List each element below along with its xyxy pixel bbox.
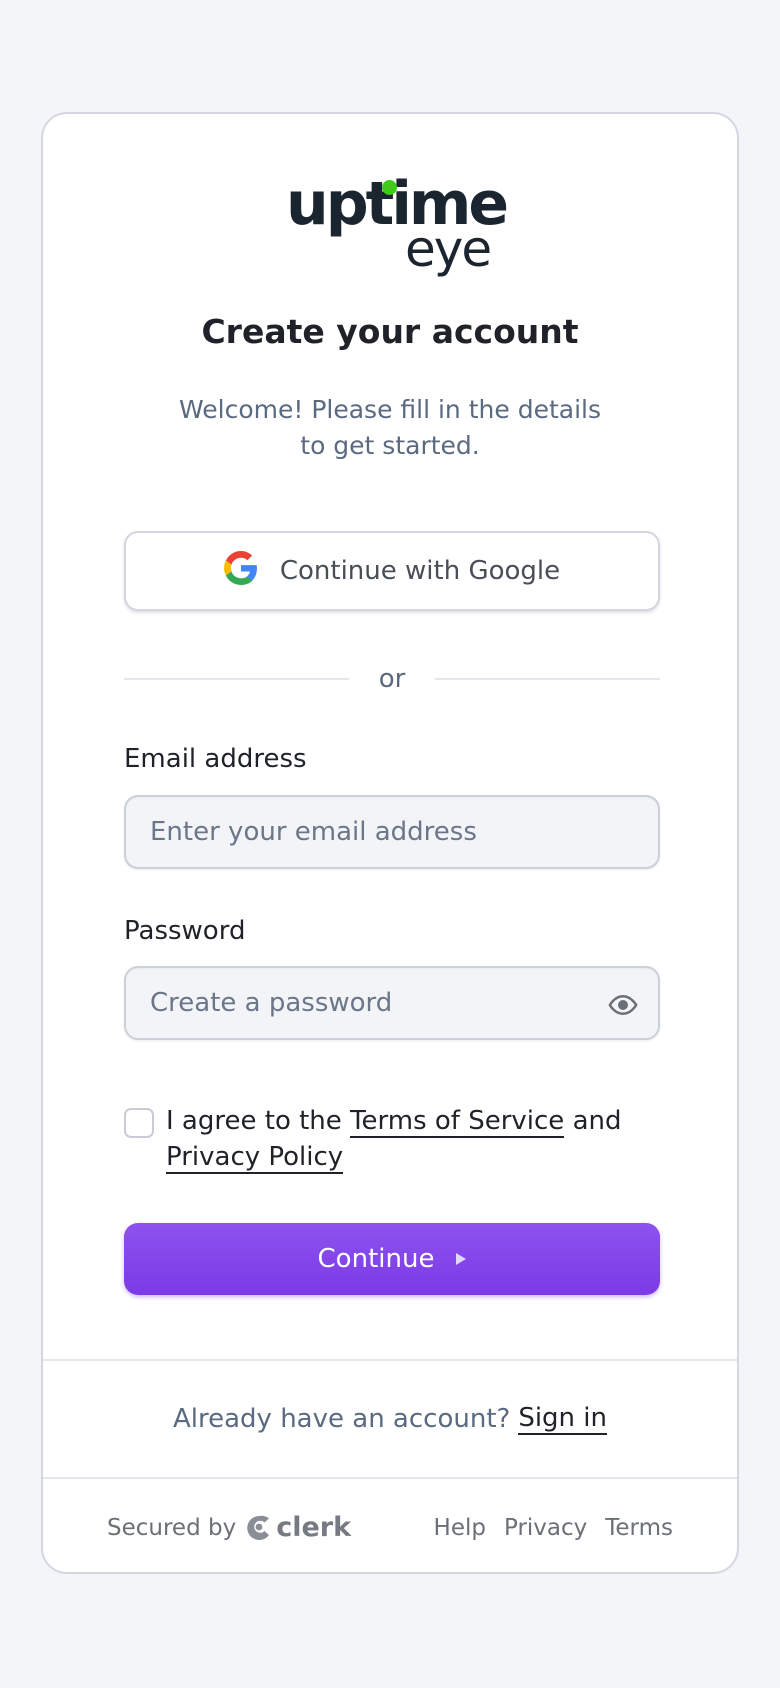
terms-agreement: I agree to the Terms of Service and Priv… [124, 1103, 660, 1175]
sign-in-prompt: Already have an account? [172, 1404, 511, 1434]
terms-of-service-link[interactable]: Terms of Service [350, 1106, 565, 1138]
password-field-wrapper [124, 966, 660, 1040]
clerk-logo[interactable]: clerk [246, 1512, 351, 1543]
sign-in-link[interactable]: Sign in [518, 1403, 607, 1435]
email-label: Email address [124, 744, 307, 774]
password-field[interactable] [150, 988, 590, 1018]
sign-in-row: Already have an account? Sign in [43, 1359, 737, 1477]
google-icon [223, 550, 258, 592]
page-subtitle: Welcome! Please fill in the details to g… [179, 395, 601, 460]
uptime-eye-logo: uptime eye [280, 174, 509, 279]
footer-link-terms[interactable]: Terms [605, 1515, 673, 1541]
eye-icon[interactable] [608, 990, 638, 1020]
divider-line-left [124, 678, 349, 680]
logo: uptime eye [43, 174, 737, 279]
signup-form-area: uptime eye Create your account Welcome! … [43, 114, 737, 1359]
clerk-wordmark: clerk [276, 1512, 352, 1543]
divider-text: or [378, 664, 406, 694]
agree-middle: and [572, 1106, 622, 1136]
continue-label: Continue [317, 1244, 435, 1274]
secured-by-text: Secured by [107, 1514, 237, 1541]
footer: Secured by clerk Help Privacy Terms [43, 1477, 737, 1572]
agree-prefix: I agree to the [166, 1106, 342, 1136]
clerk-icon [247, 1515, 270, 1540]
signup-card: uptime eye Create your account Welcome! … [41, 112, 739, 1574]
email-field-wrapper [124, 795, 660, 869]
continue-button[interactable]: Continue [124, 1223, 660, 1295]
email-field[interactable] [150, 817, 634, 847]
privacy-policy-link[interactable]: Privacy Policy [166, 1142, 344, 1174]
or-divider: or [124, 659, 661, 699]
logo-word-bottom: eye [405, 220, 492, 278]
footer-link-privacy[interactable]: Privacy [504, 1515, 587, 1541]
footer-links: Help Privacy Terms [434, 1515, 673, 1541]
secured-by: Secured by clerk [107, 1512, 351, 1543]
terms-agreement-text: I agree to the Terms of Service and Priv… [166, 1103, 660, 1175]
google-button-label: Continue with Google [279, 556, 561, 586]
password-label: Password [124, 916, 246, 946]
page-title: Create your account [201, 312, 579, 351]
terms-checkbox[interactable] [124, 1108, 154, 1138]
footer-link-help[interactable]: Help [434, 1515, 486, 1541]
caret-right-icon [456, 1253, 467, 1265]
logo-dot [382, 180, 397, 195]
divider-line-right [435, 678, 661, 680]
continue-with-google-button[interactable]: Continue with Google [124, 531, 660, 611]
